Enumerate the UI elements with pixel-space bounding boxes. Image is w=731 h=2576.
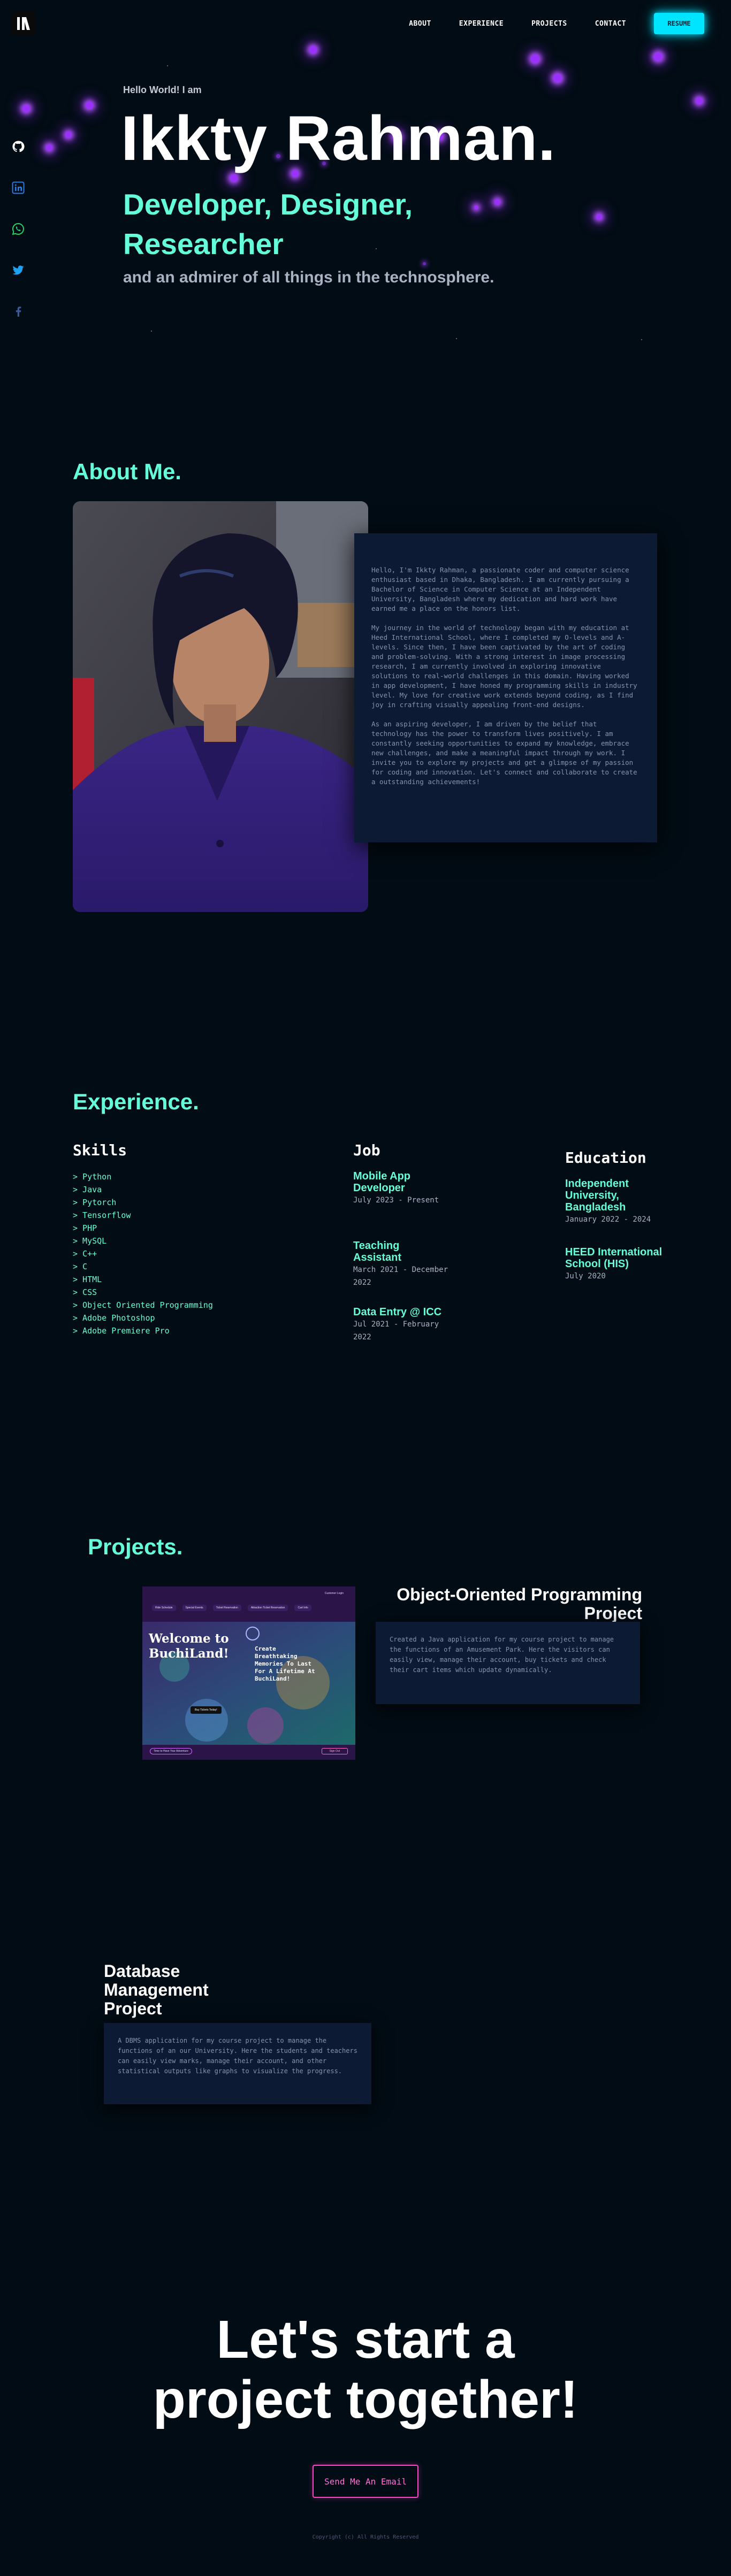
job-date: July 2023 - Present (353, 1196, 439, 1205)
screenshot-login: Customer Login (324, 1592, 344, 1595)
skill-item: > MySQL (73, 1236, 107, 1246)
education-entry: Independent University, Bangladesh Janua… (565, 1178, 672, 1226)
glow-particle (22, 105, 30, 112)
job-title: Mobile App Developer (353, 1170, 411, 1194)
screenshot-nav-item: Special Events (182, 1605, 207, 1611)
job-entry: Teaching Assistant March 2021 - December… (353, 1240, 450, 1289)
projects-title: Projects. (88, 1534, 183, 1559)
skill-item: > Python (73, 1172, 112, 1182)
facebook-icon[interactable] (12, 305, 25, 318)
screenshot-tagline: Create Breathtaking Memories To Last For… (255, 1645, 315, 1682)
job-heading: Job (353, 1141, 380, 1159)
project-card: Created a Java application for my course… (376, 1622, 640, 1704)
skill-item: > PHP (73, 1223, 97, 1233)
project-description: Created a Java application for my course… (390, 1636, 614, 1674)
github-icon[interactable] (12, 140, 25, 153)
contact-headline: Let's start a project together! (153, 2310, 578, 2429)
about-paragraph: As an aspiring developer, I am driven by… (371, 720, 637, 786)
job-date: Jul 2021 - February 2022 (353, 1320, 439, 1341)
about-card: Hello, I'm Ikkty Rahman, a passionate co… (354, 533, 657, 842)
nav-link-about[interactable]: ABOUT (409, 20, 431, 28)
hero-name: Ikkty Rahman. (121, 103, 557, 174)
skill-item: > Java (73, 1185, 102, 1194)
send-email-button[interactable]: Send Me An Email (313, 2465, 418, 2498)
copyright-text: Copyright (c) All Rights Reserved (312, 2534, 419, 2540)
hero-section: Hello World! I am Ikkty Rahman. Develope… (0, 0, 731, 353)
experience-title: Experience. (73, 1089, 199, 1114)
education-date: January 2022 - 2024 (565, 1215, 651, 1224)
buchiland-screenshot (142, 1586, 355, 1760)
glow-particle (86, 102, 93, 109)
skill-item: > Adobe Premiere Pro (73, 1326, 170, 1336)
education-entry: HEED International School (HIS) July 202… (565, 1246, 672, 1283)
profile-photo-image (73, 501, 368, 912)
screenshot-buy-button: Buy Tickets Today! (191, 1706, 222, 1714)
screenshot-nav: Ride Schedule Special Events Ticket Rese… (152, 1605, 311, 1611)
education-date: July 2020 (565, 1272, 606, 1281)
screenshot-nav-item: Ride Schedule (152, 1605, 176, 1611)
about-paragraph: Hello, I'm Ikkty Rahman, a passionate co… (371, 566, 629, 612)
twitter-icon[interactable] (12, 264, 25, 277)
nav-link-projects[interactable]: PROJECTS (531, 20, 567, 28)
hero-subtitle: and an admirer of all things in the tech… (123, 269, 494, 286)
job-title: Data Entry @ ICC (353, 1306, 442, 1318)
site-logo[interactable] (12, 12, 35, 35)
project-title: Object-Oriented Programming Project (397, 1585, 642, 1623)
glow-particle (654, 52, 663, 61)
glow-particle (553, 74, 562, 82)
profile-photo (73, 501, 368, 912)
nav-link-contact[interactable]: CONTACT (595, 20, 626, 28)
nav-link-experience[interactable]: EXPERIENCE (459, 20, 504, 28)
project-description: A DBMS application for my course project… (118, 2037, 357, 2075)
project-card: A DBMS application for my course project… (104, 2023, 371, 2104)
about-title: About Me. (73, 459, 181, 484)
linkedin-icon[interactable] (12, 181, 25, 194)
social-links (12, 140, 25, 346)
job-title: Teaching Assistant (353, 1240, 402, 1263)
skill-item: > C++ (73, 1249, 97, 1259)
education-title: HEED International School (HIS) (565, 1246, 663, 1270)
star-dot (151, 331, 152, 332)
star-dot (456, 338, 457, 339)
hero-role: Developer, Designer, Researcher (123, 188, 413, 260)
skills-list: > Python > Java > Pytorch > Tensorflow >… (73, 1170, 217, 1337)
skill-item: > C (73, 1262, 88, 1271)
skill-item: > Tensorflow (73, 1210, 131, 1220)
star-dot (167, 65, 168, 66)
hero-greeting: Hello World! I am (123, 85, 202, 95)
project-screenshot[interactable]: Customer Login Ride Schedule Special Eve… (142, 1586, 355, 1760)
nav-links: ABOUT EXPERIENCE PROJECTS CONTACT RESUME (409, 13, 731, 34)
skill-item: > HTML (73, 1275, 102, 1284)
job-date: March 2021 - December 2022 (353, 1266, 448, 1287)
resume-button[interactable]: RESUME (654, 13, 704, 34)
screenshot-footer-left: Time to Have Your Adventure (150, 1748, 192, 1754)
skill-item: > Pytorch (73, 1198, 117, 1207)
screenshot-welcome: Welcome to BuchiLand! (149, 1631, 229, 1661)
glow-particle (230, 174, 238, 182)
education-heading: Education (565, 1149, 646, 1167)
glow-particle (46, 144, 52, 151)
whatsapp-icon[interactable] (12, 223, 25, 235)
skill-item: > Object Oriented Programming (73, 1300, 213, 1310)
glow-particle (696, 97, 703, 104)
screenshot-nav-item: Ticket Reservation (212, 1605, 241, 1611)
glow-particle (65, 132, 72, 138)
screenshot-nav-item: Cart Info (294, 1605, 311, 1611)
glow-particle (596, 214, 602, 220)
education-title: Independent University, Bangladesh (565, 1178, 629, 1213)
project-title: Database Management Project (104, 1961, 209, 2018)
skills-heading: Skills (73, 1141, 127, 1159)
star-dot (641, 339, 642, 340)
glow-particle (531, 55, 539, 63)
job-entry: Data Entry @ ICC Jul 2021 - February 202… (353, 1306, 450, 1344)
portfolio-page: Hello World! I am Ikkty Rahman. Develope… (0, 0, 731, 2576)
screenshot-footer-right: Sign Out (321, 1748, 348, 1754)
logo-icon (17, 17, 30, 30)
about-paragraph: My journey in the world of technology be… (371, 624, 637, 709)
skill-item: > CSS (73, 1287, 97, 1297)
skill-item: > Adobe Photoshop (73, 1313, 155, 1323)
top-nav: ABOUT EXPERIENCE PROJECTS CONTACT RESUME (0, 0, 731, 48)
job-entry: Mobile App Developer July 2023 - Present (353, 1170, 450, 1207)
screenshot-nav-item: Attraction Ticket Reservation (247, 1605, 288, 1611)
